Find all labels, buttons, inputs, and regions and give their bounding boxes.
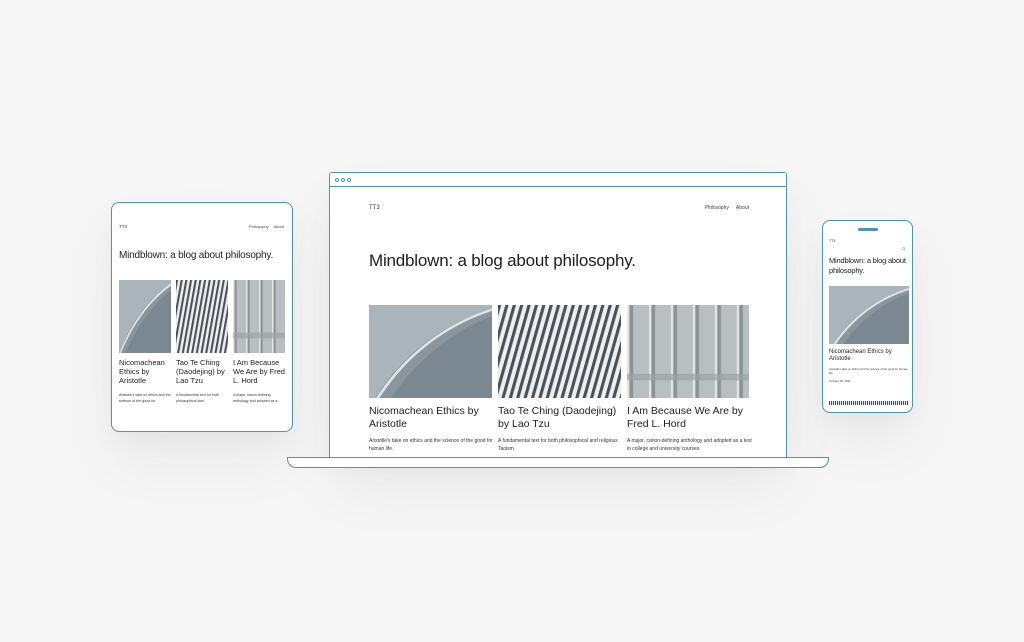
post-thumbnail-hord[interactable] <box>233 280 285 353</box>
site-nav: Philosophy About <box>249 224 284 229</box>
post-excerpt-lao-tzu: A fundamental text for both philosophica… <box>498 438 618 452</box>
post-excerpt-aristotle: Aristotle's take on ethics and the scien… <box>369 438 493 452</box>
post-thumbnail-aristotle[interactable] <box>119 280 171 353</box>
nav-item-philosophy[interactable]: Philosophy <box>249 224 269 229</box>
phone-mockup: TT3 Mindblown: a blog about philosophy. … <box>822 220 913 413</box>
post-excerpt-aristotle: Aristotle's take on ethics and the scien… <box>829 367 908 376</box>
post-title-hord[interactable]: I Am Because We Are by Fred L. Hord <box>233 358 287 385</box>
phone-notch <box>858 228 878 231</box>
window-control-icon[interactable] <box>341 178 345 182</box>
window-control-icon[interactable] <box>347 178 351 182</box>
post-excerpt-lao-tzu: A fundamental text for both philosophica… <box>176 393 219 403</box>
nav-item-about[interactable]: About <box>274 224 284 229</box>
nav-item-about[interactable]: About <box>736 205 749 211</box>
post-thumbnail-lao-tzu[interactable] <box>176 280 228 353</box>
post-title-lao-tzu[interactable]: Tao Te Ching (Daodejing) by Lao Tzu <box>176 358 230 385</box>
nav-item-philosophy[interactable]: Philosophy <box>704 205 728 211</box>
post-excerpt-aristotle: Aristotle's take on ethics and the scien… <box>119 393 171 403</box>
site-title[interactable]: TT3 <box>369 205 380 211</box>
tablet-mockup: TT3 Philosophy About Mindblown: a blog a… <box>111 202 293 432</box>
site-title[interactable]: TT3 <box>119 224 127 229</box>
search-icon[interactable] <box>902 238 906 251</box>
browser-chrome <box>330 173 786 187</box>
post-title-aristotle[interactable]: Nicomachean Ethics by Aristotle <box>119 358 173 385</box>
post-thumbnail-aristotle[interactable] <box>369 305 492 398</box>
window-control-icon[interactable] <box>335 178 339 182</box>
post-excerpt-hord: A major, canon-defining anthology and ad… <box>627 438 752 452</box>
post-thumbnail-hord[interactable] <box>627 305 749 398</box>
site-tagline: Mindblown: a blog about philosophy. <box>119 250 274 261</box>
laptop-mockup: TT3 Philosophy About Mindblown: a blog a… <box>329 172 787 460</box>
post-title-lao-tzu[interactable]: Tao Te Ching (Daodejing) by Lao Tzu <box>498 405 623 431</box>
laptop-base <box>287 457 829 468</box>
next-post-strip <box>829 392 909 405</box>
site-nav: Philosophy About <box>704 205 749 211</box>
post-title-hord[interactable]: I Am Because We Are by Fred L. Hord <box>627 405 752 431</box>
post-thumbnail-aristotle[interactable] <box>829 286 909 344</box>
site-tagline: Mindblown: a blog about philosophy. <box>369 251 636 270</box>
post-title-aristotle[interactable]: Nicomachean Ethics by Aristotle <box>369 405 494 431</box>
site-tagline: Mindblown: a blog about philosophy. <box>829 256 906 275</box>
post-thumbnail-lao-tzu[interactable] <box>498 305 621 398</box>
post-excerpt-hord: A major, canon-defining anthology and ad… <box>233 393 278 403</box>
site-title[interactable]: TT3 <box>829 239 835 243</box>
post-title-aristotle[interactable]: Nicomachean Ethics by Aristotle <box>829 349 909 364</box>
post-date: October 18, 2022 <box>829 379 851 383</box>
